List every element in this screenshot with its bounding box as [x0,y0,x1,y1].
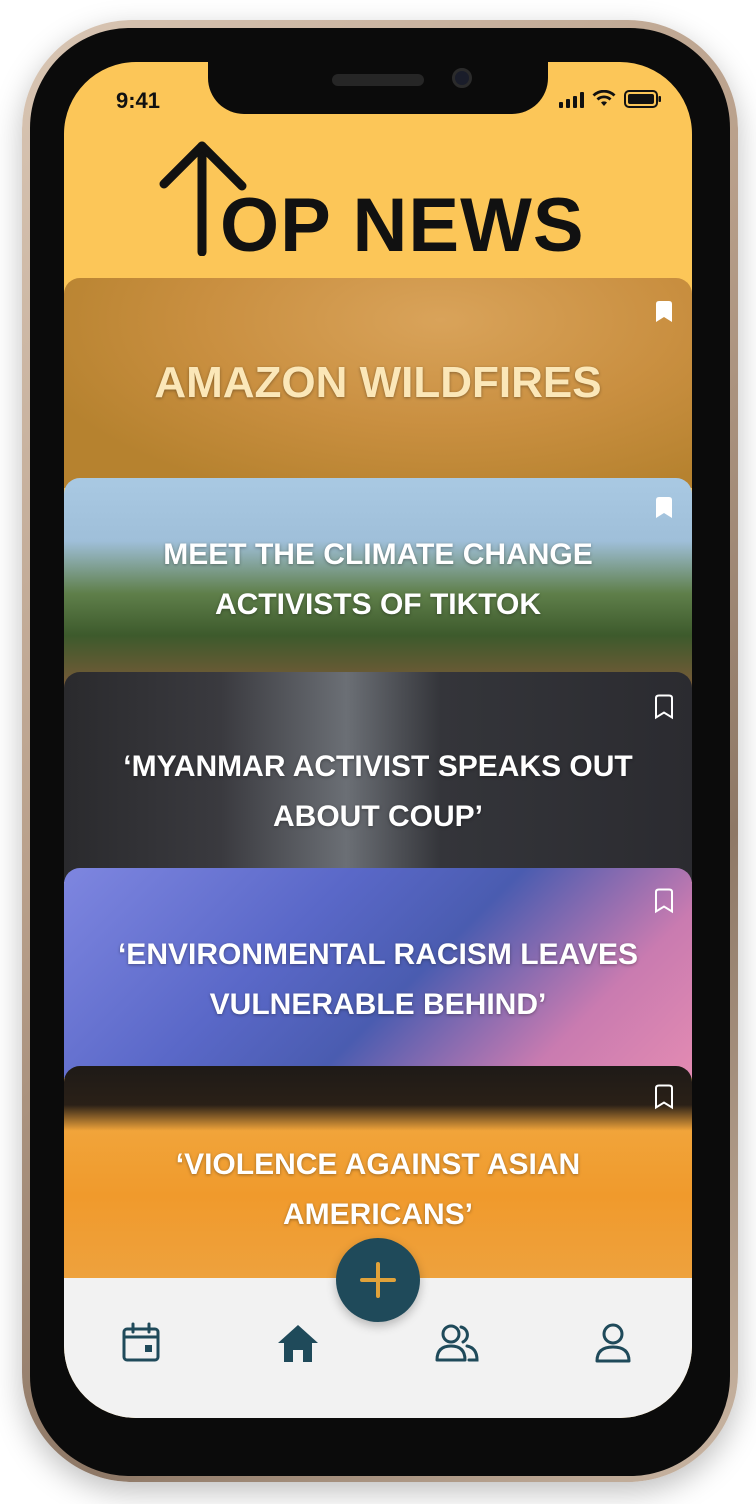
battery-icon [624,90,662,108]
add-button[interactable] [336,1238,420,1322]
bookmark-filled-icon[interactable] [654,300,674,324]
nav-home[interactable] [276,1322,320,1364]
page-header: OP NEWS [64,140,692,270]
calendar-icon [122,1322,160,1362]
wifi-icon [592,90,616,108]
card-title: MEET THE CLIMATE CHANGE ACTIVISTS OF TIK… [163,538,593,621]
news-card[interactable]: MEET THE CLIMATE CHANGE ACTIVISTS OF TIK… [64,478,692,688]
nav-community[interactable] [434,1322,480,1364]
speaker [332,74,424,86]
news-card[interactable]: AMAZON WILDFIRES [64,278,692,488]
nav-profile[interactable] [594,1322,632,1364]
card-title: AMAZON WILDFIRES [154,358,602,407]
nav-calendar[interactable] [120,1322,162,1364]
status-icons [559,90,662,108]
bookmark-outline-icon[interactable] [654,694,674,720]
card-title: ‘MYANMAR ACTIVIST SPEAKS OUT ABOUT COUP’ [123,750,633,833]
bookmark-outline-icon[interactable] [654,1084,674,1110]
app-screen: 9:41 OP NEWS AMAZON WILDFIRES MEET THE C… [64,62,692,1418]
notch [208,62,548,114]
bookmark-outline-icon[interactable] [654,888,674,914]
bottom-nav [64,1238,692,1418]
home-icon [278,1325,318,1362]
profile-icon [595,1323,631,1363]
news-card[interactable]: ‘ENVIRONMENTAL RACISM LEAVES VULNERABLE … [64,868,692,1078]
bookmark-filled-icon[interactable] [654,496,674,520]
news-card[interactable]: ‘MYANMAR ACTIVIST SPEAKS OUT ABOUT COUP’ [64,672,692,882]
page-title: OP NEWS [220,183,585,268]
plus-icon [360,1262,396,1298]
signal-icon [559,92,584,108]
front-camera [452,68,472,88]
group-icon [435,1324,479,1362]
status-time: 9:41 [116,88,161,113]
card-title: ‘ENVIRONMENTAL RACISM LEAVES VULNERABLE … [117,938,639,1021]
card-title: ‘VIOLENCE AGAINST ASIAN AMERICANS’ [175,1148,581,1231]
